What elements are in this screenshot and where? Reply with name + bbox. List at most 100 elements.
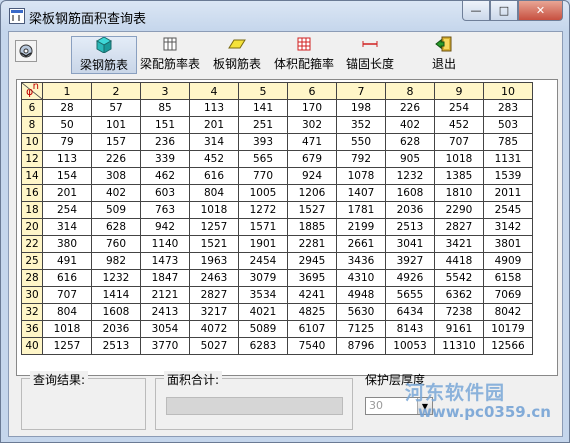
table-cell[interactable]: 157 [91,133,141,151]
table-cell[interactable]: 57 [91,99,141,117]
table-cell[interactable]: 380 [42,235,92,253]
table-cell[interactable]: 8042 [483,303,533,321]
table-cell[interactable]: 1232 [91,269,141,287]
table-cell[interactable]: 226 [385,99,435,117]
table-cell[interactable]: 1272 [238,201,288,219]
table-cell[interactable]: 2199 [336,218,386,236]
table-cell[interactable]: 6107 [287,320,337,338]
table-cell[interactable]: 5089 [238,320,288,338]
table-cell[interactable]: 308 [91,167,141,185]
table-cell[interactable]: 770 [238,167,288,185]
table-cell[interactable]: 4418 [434,252,484,270]
table-cell[interactable]: 804 [189,184,239,202]
table-cell[interactable]: 7069 [483,286,533,304]
table-cell[interactable]: 785 [483,133,533,151]
table-cell[interactable]: 9161 [434,320,484,338]
table-cell[interactable]: 339 [140,150,190,168]
column-header[interactable]: 8 [385,82,435,100]
table-cell[interactable]: 402 [385,116,435,134]
table-cell[interactable]: 679 [287,150,337,168]
row-header[interactable]: 28 [21,269,43,287]
row-header[interactable]: 14 [21,167,43,185]
table-cell[interactable]: 141 [238,99,288,117]
table-cell[interactable]: 1473 [140,252,190,270]
table-cell[interactable]: 226 [91,150,141,168]
table-cell[interactable]: 151 [140,116,190,134]
table-cell[interactable]: 251 [238,116,288,134]
table-cell[interactable]: 452 [434,116,484,134]
table-cell[interactable]: 3217 [189,303,239,321]
table-cell[interactable]: 12566 [483,337,533,355]
table-cell[interactable]: 6362 [434,286,484,304]
table-cell[interactable]: 50 [42,116,92,134]
table-cell[interactable]: 1414 [91,286,141,304]
beam-ratio-button[interactable]: 梁配筋率表 [138,36,202,72]
table-cell[interactable]: 1539 [483,167,533,185]
table-cell[interactable]: 3534 [238,286,288,304]
table-cell[interactable]: 452 [189,150,239,168]
table-cell[interactable]: 2513 [91,337,141,355]
table-cell[interactable]: 7238 [434,303,484,321]
table-cell[interactable]: 4825 [287,303,337,321]
stirrup-ratio-button[interactable]: 体积配箍率 [271,36,337,72]
table-cell[interactable]: 1131 [483,150,533,168]
table-cell[interactable]: 1571 [238,218,288,236]
table-cell[interactable]: 198 [336,99,386,117]
table-cell[interactable]: 5655 [385,286,435,304]
table-cell[interactable]: 201 [42,184,92,202]
table-cell[interactable]: 2945 [287,252,337,270]
table-cell[interactable]: 5542 [434,269,484,287]
table-cell[interactable]: 628 [91,218,141,236]
table-cell[interactable]: 565 [238,150,288,168]
table-cell[interactable]: 5630 [336,303,386,321]
table-cell[interactable]: 3695 [287,269,337,287]
table-cell[interactable]: 79 [42,133,92,151]
table-cell[interactable]: 4310 [336,269,386,287]
table-cell[interactable]: 1781 [336,201,386,219]
table-cell[interactable]: 1885 [287,218,337,236]
table-cell[interactable]: 1018 [434,150,484,168]
table-cell[interactable]: 707 [42,286,92,304]
table-cell[interactable]: 10053 [385,337,435,355]
table-cell[interactable]: 254 [42,201,92,219]
table-cell[interactable]: 201 [189,116,239,134]
column-header[interactable]: 6 [287,82,337,100]
row-header[interactable]: 10 [21,133,43,151]
table-cell[interactable]: 6434 [385,303,435,321]
table-cell[interactable]: 10179 [483,320,533,338]
rebar-area-grid[interactable]: φ n 1 2 3 4 5 6 7 8 9 10 6 28 57 85 113 141 170 198 226 254 28… [16,79,558,376]
column-header[interactable]: 3 [140,82,190,100]
table-cell[interactable]: 2545 [483,201,533,219]
table-cell[interactable]: 1521 [189,235,239,253]
row-header[interactable]: 8 [21,116,43,134]
table-cell[interactable]: 7540 [287,337,337,355]
table-cell[interactable]: 471 [287,133,337,151]
table-cell[interactable]: 462 [140,167,190,185]
table-cell[interactable]: 804 [42,303,92,321]
column-header[interactable]: 4 [189,82,239,100]
table-cell[interactable]: 491 [42,252,92,270]
column-header[interactable]: 1 [42,82,92,100]
table-cell[interactable]: 113 [189,99,239,117]
table-cell[interactable]: 603 [140,184,190,202]
exit-button[interactable]: 退出 [424,36,464,72]
row-header[interactable]: 32 [21,303,43,321]
table-cell[interactable]: 236 [140,133,190,151]
column-header[interactable]: 7 [336,82,386,100]
column-header[interactable]: 9 [434,82,484,100]
table-cell[interactable]: 616 [42,269,92,287]
table-cell[interactable]: 6283 [238,337,288,355]
table-cell[interactable]: 1527 [287,201,337,219]
row-header[interactable]: 20 [21,218,43,236]
table-cell[interactable]: 4909 [483,252,533,270]
table-cell[interactable]: 5027 [189,337,239,355]
table-cell[interactable]: 3421 [434,235,484,253]
table-cell[interactable]: 3801 [483,235,533,253]
table-cell[interactable]: 3436 [336,252,386,270]
table-cell[interactable]: 2454 [238,252,288,270]
table-cell[interactable]: 1018 [189,201,239,219]
table-cell[interactable]: 393 [238,133,288,151]
table-cell[interactable]: 924 [287,167,337,185]
table-cell[interactable]: 1140 [140,235,190,253]
row-header[interactable]: 6 [21,99,43,117]
